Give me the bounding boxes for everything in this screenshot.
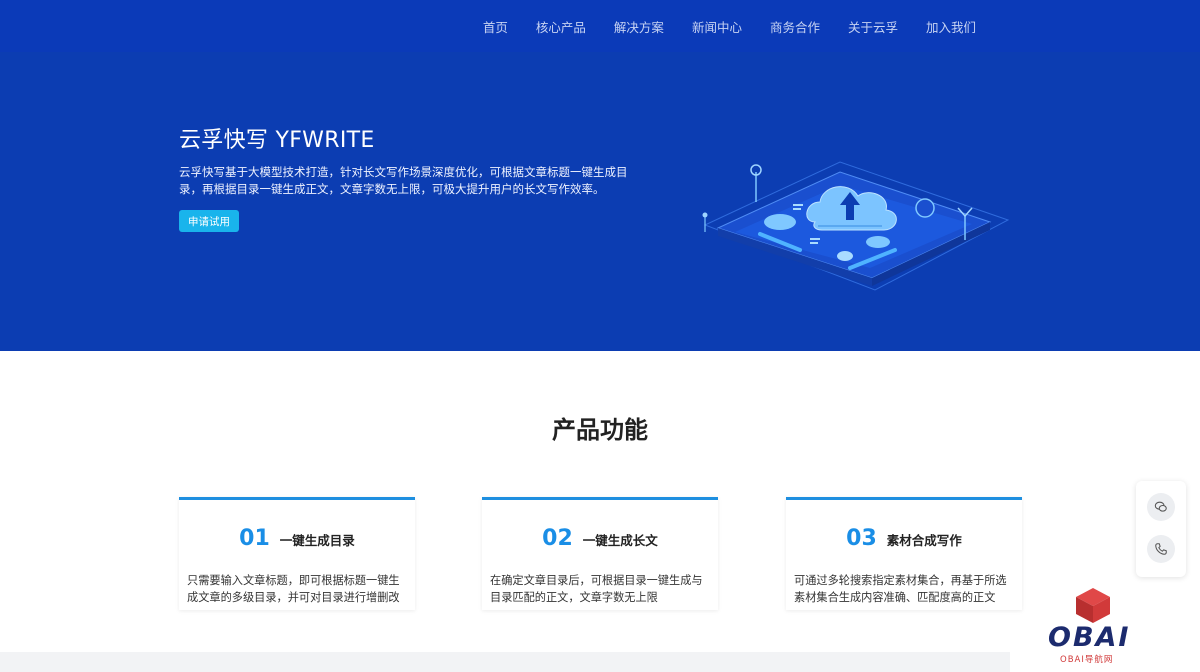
feature-card: 03 素材合成写作 可通过多轮搜索指定素材集合，再基于所选素材集合生成内容准确、… [786, 497, 1022, 610]
watermark-logo-text: OBAI [1048, 622, 1131, 653]
wechat-icon[interactable] [1147, 493, 1175, 521]
feature-number: 01 [239, 526, 270, 551]
cloud-upload-illustration [702, 161, 1010, 291]
phone-icon[interactable] [1147, 535, 1175, 563]
feature-number: 02 [542, 526, 573, 551]
hero-title: 云孚快写 YFWRITE [179, 128, 375, 153]
feature-name: 一键生成目录 [279, 533, 355, 548]
floating-contact-bar [1136, 481, 1186, 577]
feature-name: 素材合成写作 [886, 533, 962, 548]
obai-watermark-logo: OBAI OBAI导航网 [1040, 586, 1152, 672]
hero-description: 云孚快写基于大模型技术打造，针对长文写作场景深度优化，可根据文章标题一键生成目录… [179, 165, 628, 196]
hero-banner: 首页 核心产品 解决方案 新闻中心 商务合作 关于云孚 加入我们 云孚快写 YF… [0, 0, 1200, 351]
feature-card-header: 01 一键生成目录 [179, 526, 415, 551]
nav-item-business[interactable]: 商务合作 [770, 17, 820, 36]
feature-card: 01 一键生成目录 只需要输入文章标题，即可根据标题一键生成文章的多级目录，并可… [179, 497, 415, 610]
feature-description: 可通过多轮搜索指定素材集合，再基于所选素材集合生成内容准确、匹配度高的正文 [794, 574, 1007, 604]
nav-item-solutions[interactable]: 解决方案 [614, 17, 664, 36]
watermark-sub-text: OBAI导航网 [1060, 655, 1114, 665]
feature-card-header: 03 素材合成写作 [786, 526, 1022, 551]
feature-description: 只需要输入文章标题，即可根据标题一键生成文章的多级目录，并可对目录进行增删改 [187, 574, 400, 604]
cube-logo-icon [1076, 588, 1110, 623]
section-title-features: 产品功能 [552, 416, 648, 444]
main-nav: 首页 核心产品 解决方案 新闻中心 商务合作 关于云孚 加入我们 [483, 17, 976, 36]
apply-trial-button[interactable]: 申请试用 [179, 210, 239, 232]
nav-item-about[interactable]: 关于云孚 [848, 17, 898, 36]
nav-item-join[interactable]: 加入我们 [926, 17, 976, 36]
feature-card-header: 02 一键生成长文 [482, 526, 718, 551]
nav-item-news[interactable]: 新闻中心 [692, 17, 742, 36]
feature-name: 一键生成长文 [582, 533, 658, 548]
feature-description: 在确定文章目录后，可根据目录一键生成与目录匹配的正文，文章字数无上限 [490, 574, 703, 604]
nav-item-home[interactable]: 首页 [483, 17, 508, 36]
nav-item-products[interactable]: 核心产品 [536, 17, 586, 36]
feature-number: 03 [846, 526, 877, 551]
footer-section-edge [0, 652, 1010, 672]
feature-card: 02 一键生成长文 在确定文章目录后，可根据目录一键生成与目录匹配的正文，文章字… [482, 497, 718, 610]
